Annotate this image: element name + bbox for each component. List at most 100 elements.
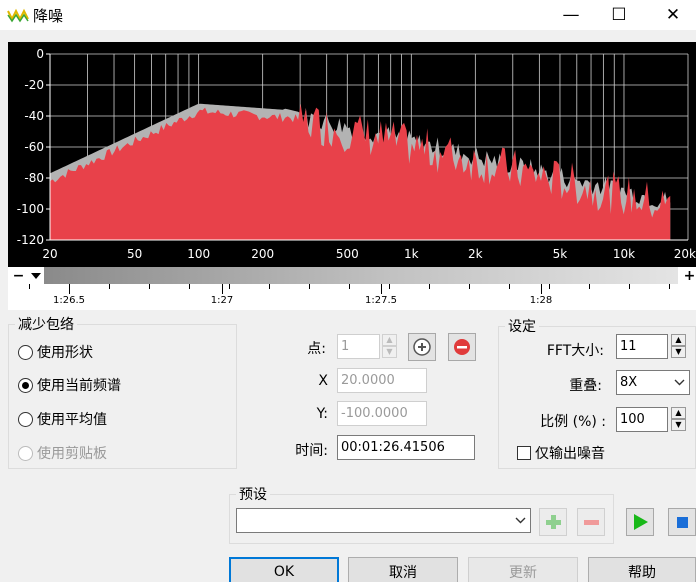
cancel-button[interactable]: 取消: [348, 557, 458, 582]
horizontal-scroll-row: − +: [8, 267, 696, 284]
y-tick-label: -120: [17, 233, 44, 247]
timeline-minor-tick: [589, 284, 590, 289]
stop-icon: [677, 517, 688, 528]
radio-indicator[interactable]: [18, 411, 33, 427]
add-preset-button: [539, 508, 567, 536]
point-label: 点:: [307, 341, 326, 357]
green-plus-icon: [546, 515, 561, 529]
title-bar: 降噪 — ☐ ✕: [0, 0, 696, 30]
timeline-label: 1:26.5: [53, 295, 85, 306]
timeline-label: 1:28: [529, 295, 553, 306]
minimize-button[interactable]: —: [548, 0, 594, 30]
timeline-minor-tick: [509, 284, 510, 289]
timeline-minor-tick: [429, 284, 430, 289]
timeline-minor-tick: [189, 284, 190, 289]
timeline-minor-tick: [29, 284, 30, 289]
red-minus-icon: [584, 520, 599, 525]
x-tick-label: 1k: [404, 247, 419, 261]
preset-select[interactable]: [236, 508, 531, 533]
ok-button[interactable]: OK: [229, 557, 339, 582]
maximize-button[interactable]: ☐: [596, 0, 642, 30]
preset-title: 预设: [239, 487, 267, 503]
noise-profile-graph[interactable]: 0 -20 -40 -60 -80 -100 -120 20 50 100 200 500 1k 2k 5k…: [8, 42, 696, 267]
radio-use-current-spectrum[interactable]: 使用当前频谱: [18, 375, 121, 395]
ratio-label: 比例 (%) :: [540, 414, 606, 430]
radio-label: 使用当前频谱: [37, 378, 121, 394]
ratio-field[interactable]: 100: [616, 407, 668, 432]
radio-use-average[interactable]: 使用平均值: [18, 409, 107, 429]
settings-title: 设定: [508, 319, 536, 335]
radio-indicator: [18, 445, 33, 461]
zoom-scrollbar[interactable]: [44, 267, 678, 284]
y-tick-label: -80: [24, 171, 44, 185]
timeline-minor-tick: [349, 284, 350, 289]
radio-label: 使用形状: [37, 345, 93, 361]
x-tick-label: 50: [127, 247, 142, 261]
x-field: 20.0000: [337, 368, 427, 393]
timeline-label: 1:27: [210, 295, 234, 306]
timeline-minor-tick: [469, 284, 470, 289]
x-tick-label: 10k: [613, 247, 635, 261]
spectrum-plot[interactable]: 0 -20 -40 -60 -80 -100 -12020 50 100 200 500 1k 2k 5k…: [8, 42, 696, 267]
dropdown-arrow-button[interactable]: [27, 267, 44, 284]
fft-size-spinner[interactable]: ▲ ▼: [671, 334, 686, 359]
radio-indicator[interactable]: [18, 344, 33, 360]
zoom-out-button[interactable]: −: [10, 267, 27, 284]
timeline-major-tick: [69, 284, 70, 294]
x-tick-label: 20k: [674, 247, 696, 261]
timeline-major-tick: [222, 284, 223, 294]
update-button: 更新: [468, 557, 578, 582]
time-label: 时间:: [295, 443, 328, 459]
ratio-spinner[interactable]: ▲ ▼: [671, 407, 686, 432]
y-label: Y:: [316, 406, 328, 422]
minus-circle-icon: [454, 339, 470, 355]
timeline-minor-tick: [629, 284, 630, 289]
x-tick-label: 5k: [553, 247, 568, 261]
overlap-label: 重叠:: [569, 378, 602, 394]
play-icon: [634, 514, 648, 530]
noise-only-checkbox-row[interactable]: 仅输出噪音: [517, 443, 605, 463]
chevron-down-icon: [674, 379, 685, 386]
remove-point-button[interactable]: [448, 333, 476, 361]
timeline-minor-tick: [229, 284, 230, 289]
y-field: -100.0000: [337, 401, 427, 426]
fft-size-field[interactable]: 11: [616, 334, 668, 359]
add-point-button[interactable]: [408, 333, 436, 361]
x-tick-label: 100: [187, 247, 210, 261]
fft-size-label: FFT大小:: [546, 343, 604, 359]
stop-button[interactable]: [668, 508, 696, 536]
timeline-minor-tick: [109, 284, 110, 289]
radio-use-shape[interactable]: 使用形状: [18, 342, 93, 362]
noise-only-checkbox[interactable]: [517, 446, 531, 460]
radio-label: 使用平均值: [37, 412, 107, 428]
time-field[interactable]: 00:01:26.41506: [337, 435, 475, 460]
x-tick-label: 2k: [468, 247, 483, 261]
x-tick-label: 20: [42, 247, 57, 261]
plus-circle-icon: [413, 338, 431, 356]
overlap-value: 8X: [620, 375, 638, 390]
x-tick-label: 200: [251, 247, 274, 261]
help-button[interactable]: 帮助: [588, 557, 696, 582]
y-tick-label: -20: [24, 78, 44, 92]
play-button[interactable]: [626, 508, 654, 536]
timeline-ruler: 1:26.5 1:27 1:27.5 1:28: [8, 284, 696, 310]
remove-preset-button: [577, 508, 605, 536]
timeline-major-tick: [381, 284, 382, 294]
point-field: 1: [337, 334, 380, 359]
zoom-in-button[interactable]: +: [681, 267, 696, 284]
radio-label: 使用剪贴板: [37, 446, 107, 462]
reduce-envelope-title: 减少包络: [18, 317, 74, 333]
close-button[interactable]: ✕: [650, 0, 696, 30]
y-tick-label: 0: [36, 47, 44, 61]
timeline-minor-tick: [149, 284, 150, 289]
y-tick-label: -60: [24, 140, 44, 154]
timeline-minor-tick: [309, 284, 310, 289]
radio-indicator[interactable]: [18, 377, 33, 393]
window-title: 降噪: [33, 7, 64, 25]
timeline-label: 1:27.5: [365, 295, 397, 306]
timeline-minor-tick: [549, 284, 550, 289]
timeline-minor-tick: [669, 284, 670, 289]
overlap-select[interactable]: 8X: [616, 370, 690, 395]
chevron-down-icon: [515, 517, 526, 524]
y-tick-label: -100: [17, 202, 44, 216]
